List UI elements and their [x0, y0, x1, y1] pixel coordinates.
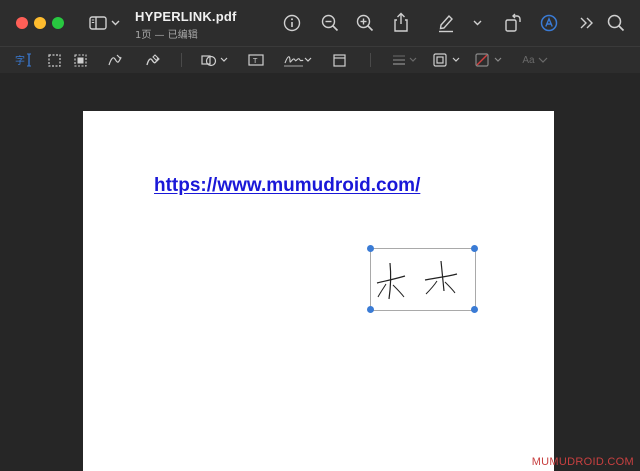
svg-text:字: 字 [15, 54, 25, 67]
share-icon[interactable] [391, 11, 411, 33]
toolbar-divider [370, 53, 371, 67]
svg-text:T: T [252, 57, 258, 65]
rotate-icon[interactable] [503, 12, 523, 34]
sidebar-toggle-icon[interactable] [88, 13, 108, 33]
highlight-pen-icon[interactable] [436, 12, 456, 34]
resize-handle-top-left[interactable] [367, 245, 374, 252]
hyperlink[interactable]: https://www.mumudroid.com/ [154, 175, 420, 197]
chevron-down-icon[interactable] [110, 17, 120, 29]
text-style-label: Aa [522, 54, 535, 66]
smart-lasso-icon[interactable] [72, 52, 88, 68]
resize-handle-bottom-left[interactable] [367, 306, 374, 313]
shape-style-icon[interactable] [391, 52, 419, 68]
markup-toolbar: 字 T Aa [0, 46, 640, 74]
document-canvas[interactable]: https://www.mumudroid.com/ [0, 73, 640, 471]
signature-icon[interactable] [283, 51, 313, 69]
info-icon[interactable] [282, 13, 302, 33]
document-title[interactable]: HYPERLINK.pdf [135, 9, 237, 24]
document-status: 1页 — 已编辑 [135, 30, 198, 41]
zoom-in-icon[interactable] [355, 13, 375, 33]
border-color-icon[interactable] [433, 52, 463, 68]
pdf-page[interactable]: https://www.mumudroid.com/ [83, 111, 554, 471]
zoom-out-icon[interactable] [320, 13, 340, 33]
markup-icon[interactable] [539, 13, 559, 33]
text-box-icon[interactable]: T [247, 52, 265, 68]
draw-icon[interactable] [144, 52, 162, 68]
more-icon[interactable] [579, 14, 595, 32]
text-selection-icon[interactable]: 字 [15, 52, 33, 68]
title-bar: HYPERLINK.pdf 1页 — 已编辑 [0, 0, 640, 46]
fullscreen-window-button[interactable] [52, 17, 64, 29]
close-window-button[interactable] [16, 17, 28, 29]
resize-handle-bottom-right[interactable] [471, 306, 478, 313]
watermark-text: MUMUDROID.COM [531, 456, 634, 468]
minimize-window-button[interactable] [34, 17, 46, 29]
toolbar-divider [181, 53, 182, 67]
search-icon[interactable] [606, 13, 626, 33]
fill-color-icon[interactable] [475, 52, 505, 68]
handwritten-signature [376, 260, 458, 300]
text-style-icon[interactable]: Aa [520, 52, 550, 68]
resize-handle-top-right[interactable] [471, 245, 478, 252]
rectangle-selection-icon[interactable] [46, 52, 62, 68]
note-icon[interactable] [331, 52, 347, 68]
signature-annotation[interactable] [370, 248, 476, 311]
shapes-icon[interactable] [201, 52, 229, 68]
sketch-icon[interactable] [106, 52, 124, 68]
chevron-down-icon[interactable] [472, 17, 482, 29]
